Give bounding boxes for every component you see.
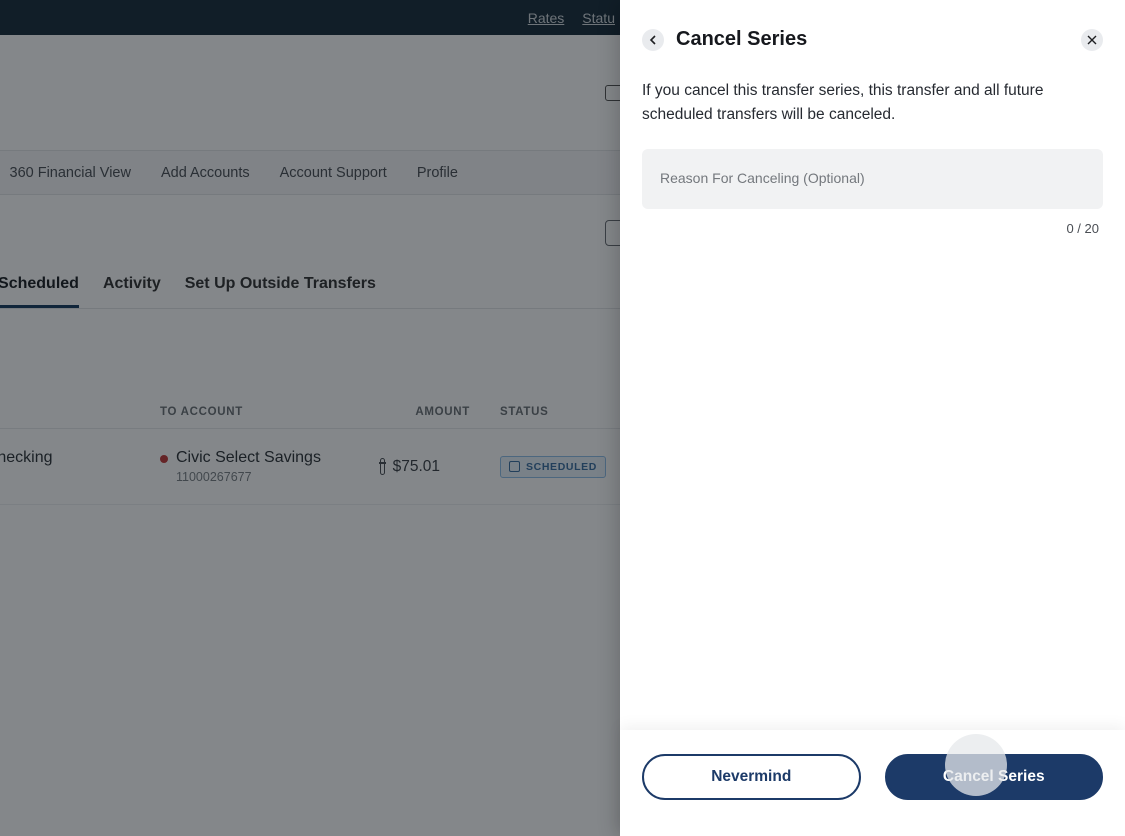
reason-input[interactable] [660, 170, 1085, 186]
panel-title: Cancel Series [676, 28, 807, 51]
cancel-series-button[interactable]: Cancel Series [885, 754, 1104, 800]
close-button[interactable] [1081, 29, 1103, 51]
char-counter: 0 / 20 [642, 219, 1103, 239]
back-button[interactable] [642, 29, 664, 51]
nevermind-button[interactable]: Nevermind [642, 754, 861, 800]
close-icon [1087, 35, 1097, 45]
cancel-series-panel: Cancel Series If you cancel this transfe… [620, 0, 1125, 836]
panel-message: If you cancel this transfer series, this… [642, 79, 1103, 127]
reason-input-wrap[interactable] [642, 149, 1103, 209]
chevron-left-icon [649, 35, 657, 45]
